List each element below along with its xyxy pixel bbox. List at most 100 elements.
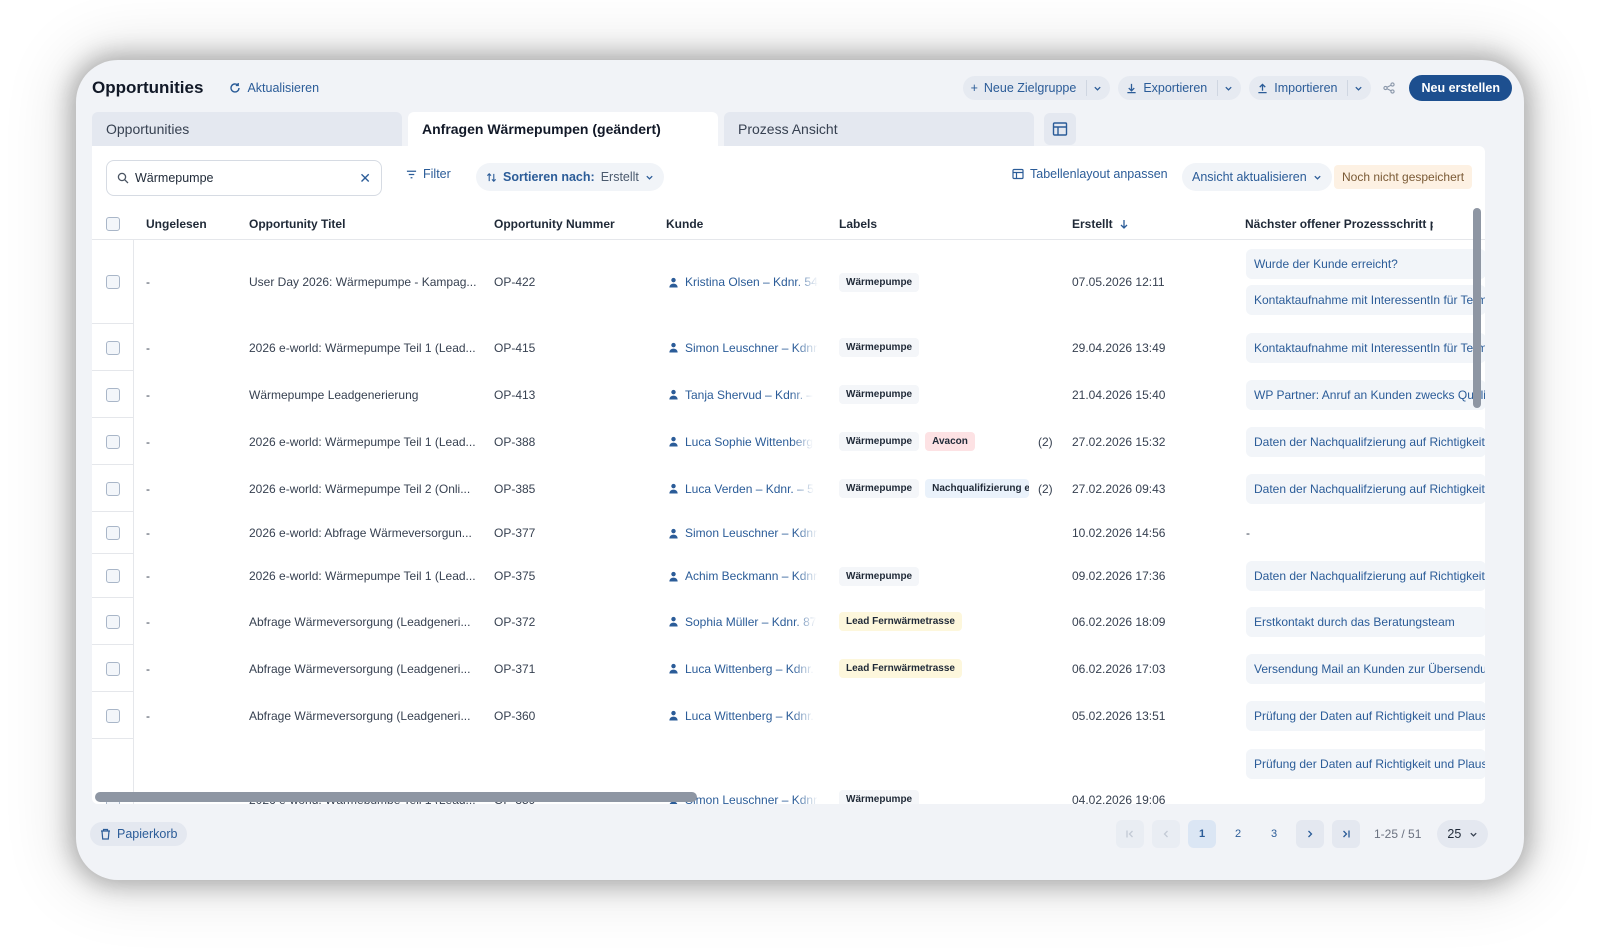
trash-button[interactable]: Papierkorb	[90, 822, 188, 846]
chevron-down-icon[interactable]	[1224, 84, 1233, 93]
create-new-button[interactable]: Neu erstellen	[1409, 75, 1512, 101]
cell-customer[interactable]: Simon Leuschner – Kdnr.	[668, 324, 818, 371]
process-step-link[interactable]: Kontaktaufnahme mit InteressentIn für Te…	[1246, 332, 1485, 363]
customer-link[interactable]: Sophia Müller – Kdnr. 87	[685, 615, 816, 629]
table-row[interactable]: - Abfrage Wärmeversorgung (Leadgeneri... O…	[92, 645, 1485, 692]
cell-customer[interactable]: Luca Verden – Kdnr. – 5	[668, 465, 818, 512]
process-step-link[interactable]: WP Partner: Anruf an Kunden zwecks Quali…	[1246, 379, 1485, 410]
customer-link[interactable]: Kristina Olsen – Kdnr. 54	[685, 275, 818, 289]
table-row[interactable]: - 2026 e-world: Abfrage Wärmeversorgun...…	[92, 512, 1485, 554]
row-checkbox[interactable]	[105, 708, 120, 723]
process-step-link[interactable]: Daten der Nachqualifzierung auf Richtigk…	[1246, 561, 1485, 591]
column-header-labels[interactable]: Labels	[839, 208, 877, 240]
cell-customer[interactable]: Kristina Olsen – Kdnr. 54	[668, 240, 818, 324]
customer-link[interactable]: Tanja Shervud – Kdnr. –	[685, 388, 813, 402]
cell-title[interactable]: Abfrage Wärmeversorgung (Leadgeneri...	[249, 692, 477, 739]
row-checkbox[interactable]	[105, 434, 120, 449]
cell-title[interactable]: 2026 e-world: Wärmepumpe Teil 1 (Lead...	[249, 554, 477, 598]
row-checkbox[interactable]	[105, 661, 120, 676]
page-button-3[interactable]: 3	[1260, 820, 1288, 848]
table-layout-button[interactable]: Tabellenlayout anpassen	[1012, 167, 1168, 181]
table-view-toggle[interactable]	[1044, 113, 1076, 145]
process-step-link[interactable]: Erstkontakt durch das Beratungsteam	[1246, 606, 1485, 637]
cell-title[interactable]: 2026 e-world: Abfrage Wärmeversorgun...	[249, 512, 477, 554]
new-target-group-button[interactable]: + Neue Zielgruppe	[962, 76, 1111, 100]
process-step-link[interactable]: Kontaktaufnahme mit InteressentIn für Te…	[1246, 285, 1485, 315]
table-row[interactable]: - Wärmepumpe Leadgenerierung OP-413 Tanja S…	[92, 371, 1485, 418]
process-step-link[interactable]: Versendung Mail an Kunden zur Übersendun…	[1246, 653, 1485, 684]
page-size-select[interactable]: 25	[1437, 820, 1489, 848]
sort-dropdown[interactable]: Sortieren nach: Erstellt	[476, 163, 664, 191]
cell-customer[interactable]: Simon Leuschner – Kdnr.	[668, 512, 818, 554]
cell-title[interactable]: 2026 e-world: Wärmepumpe Teil 2 (Onli...	[249, 465, 477, 512]
cell-title[interactable]: User Day 2026: Wärmepumpe - Kampag...	[249, 240, 477, 324]
column-header-title[interactable]: Opportunity Titel	[249, 208, 345, 240]
process-step-link[interactable]: Prüfung der Daten auf Richtigkeit und Pl…	[1246, 749, 1485, 779]
cell-customer[interactable]: Luca Sophie Wittenberg	[668, 418, 818, 465]
customer-link[interactable]: Simon Leuschner – Kdnr.	[685, 526, 818, 540]
filter-button[interactable]: Filter	[406, 167, 451, 181]
refresh-button[interactable]: Aktualisieren	[229, 81, 319, 95]
cell-title[interactable]: Abfrage Wärmeversorgung (Leadgeneri...	[249, 645, 477, 692]
import-button[interactable]: Importieren	[1249, 76, 1372, 100]
next-page-button[interactable]	[1296, 820, 1324, 848]
table-row[interactable]: - Abfrage Wärmeversorgung (Leadgeneri... O…	[92, 598, 1485, 645]
select-all-cell[interactable]	[106, 208, 120, 240]
customer-link[interactable]: Luca Wittenberg – Kdnr.	[685, 662, 814, 676]
cell-title[interactable]: 2026 e-world: Wärmepumpe Teil 1 (Lead...	[249, 324, 477, 371]
search-input[interactable]: Wärmepumpe	[135, 171, 359, 185]
share-icon[interactable]	[1383, 82, 1396, 94]
tab-anfragen-waermepumpen[interactable]: Anfragen Wärmepumpen (geändert)	[408, 112, 718, 146]
update-view-dropdown[interactable]: Ansicht aktualisieren	[1182, 163, 1332, 191]
column-header-created[interactable]: Erstellt	[1072, 208, 1129, 240]
row-checkbox[interactable]	[105, 387, 120, 402]
process-step-link[interactable]: Daten der Nachqualifzierung auf Richtigk…	[1246, 473, 1485, 504]
process-step-link[interactable]: Wurde der Kunde erreicht?	[1246, 249, 1485, 279]
page-button-2[interactable]: 2	[1224, 820, 1252, 848]
customer-link[interactable]: Luca Verden – Kdnr. – 5	[685, 482, 814, 496]
customer-link[interactable]: Simon Leuschner – Kdnr.	[685, 793, 818, 804]
cell-customer[interactable]: Sophia Müller – Kdnr. 87	[668, 598, 818, 645]
first-page-button[interactable]	[1116, 820, 1144, 848]
select-all-checkbox[interactable]	[106, 217, 120, 231]
process-step-link[interactable]: Daten der Nachqualifzierung auf Richtigk…	[1246, 426, 1485, 457]
column-header-number[interactable]: Opportunity Nummer	[494, 208, 615, 240]
customer-link[interactable]: Luca Sophie Wittenberg	[685, 435, 813, 449]
tab-prozess-ansicht[interactable]: Prozess Ansicht	[724, 112, 1034, 146]
export-button[interactable]: Exportieren	[1118, 76, 1242, 100]
customer-link[interactable]: Luca Wittenberg – Kdnr.	[685, 709, 814, 723]
customer-link[interactable]: Simon Leuschner – Kdnr.	[685, 341, 818, 355]
row-checkbox[interactable]	[105, 526, 120, 540]
cell-customer[interactable]: Tanja Shervud – Kdnr. –	[668, 371, 818, 418]
row-checkbox[interactable]	[105, 569, 120, 583]
cell-title[interactable]: Wärmepumpe Leadgenerierung	[249, 371, 477, 418]
row-checkbox[interactable]	[105, 614, 120, 629]
previous-page-button[interactable]	[1152, 820, 1180, 848]
row-checkbox[interactable]	[105, 275, 120, 289]
table-row[interactable]: - 2026 e-world: Wärmepumpe Teil 1 (Lead..…	[92, 554, 1485, 598]
table-row[interactable]: - 2026 e-world: Wärmepumpe Teil 2 (Onli..…	[92, 465, 1485, 512]
table-row[interactable]: - User Day 2026: Wärmepumpe - Kampag... OP…	[92, 240, 1485, 324]
process-step-link[interactable]: Prüfung der Daten auf Richtigkeit und Pl…	[1246, 700, 1485, 731]
last-page-button[interactable]	[1332, 820, 1360, 848]
search-field[interactable]: Wärmepumpe ✕	[106, 160, 382, 196]
horizontal-scrollbar[interactable]	[95, 792, 697, 802]
cell-customer[interactable]: Achim Beckmann – Kdnr.	[668, 554, 818, 598]
cell-title[interactable]: Abfrage Wärmeversorgung (Leadgeneri...	[249, 598, 477, 645]
chevron-down-icon[interactable]	[1093, 84, 1102, 93]
vertical-scrollbar[interactable]	[1473, 208, 1481, 408]
column-header-next-step[interactable]: Nächster offener Prozessschritt pro	[1245, 208, 1433, 240]
cell-customer[interactable]: Luca Wittenberg – Kdnr.	[668, 692, 818, 739]
table-row[interactable]: - 2026 e-world: Wärmepumpe Teil 1 (Lead..…	[92, 324, 1485, 371]
column-header-customer[interactable]: Kunde	[666, 208, 703, 240]
column-header-unread[interactable]: Ungelesen	[146, 208, 207, 240]
cell-customer[interactable]: Luca Wittenberg – Kdnr.	[668, 645, 818, 692]
row-checkbox[interactable]	[105, 340, 120, 355]
page-button-1[interactable]: 1	[1188, 820, 1216, 848]
chevron-down-icon[interactable]	[1354, 84, 1363, 93]
tab-opportunities[interactable]: Opportunities	[92, 112, 402, 146]
table-row[interactable]: - Abfrage Wärmeversorgung (Leadgeneri... O…	[92, 692, 1485, 739]
customer-link[interactable]: Achim Beckmann – Kdnr.	[685, 569, 818, 583]
cell-title[interactable]: 2026 e-world: Wärmepumpe Teil 1 (Lead...	[249, 418, 477, 465]
close-icon[interactable]: ✕	[359, 170, 371, 187]
